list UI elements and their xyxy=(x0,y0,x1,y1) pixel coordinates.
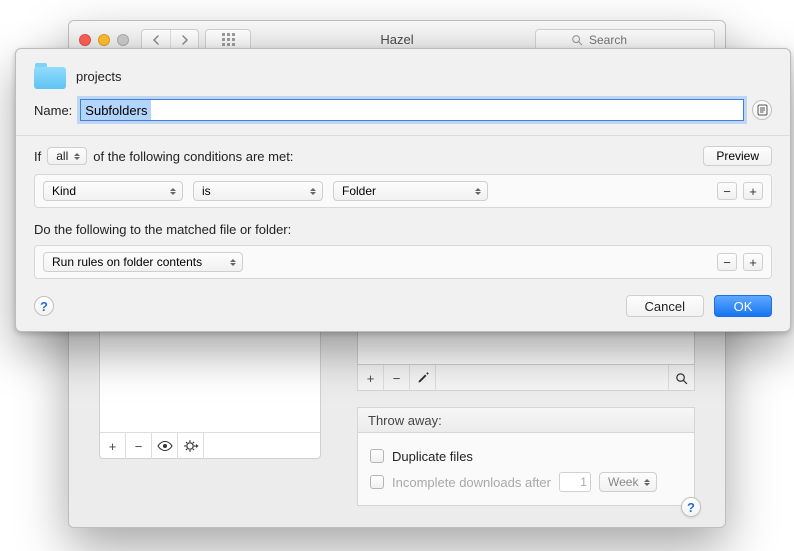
throw-away-header: Throw away: xyxy=(357,407,695,433)
action-value: Run rules on folder contents xyxy=(52,255,202,269)
search-input[interactable] xyxy=(589,33,679,47)
conditions-prefix: If xyxy=(34,149,41,164)
condition-value-value: Folder xyxy=(342,184,376,198)
name-label: Name: xyxy=(34,103,72,118)
folder-name: projects xyxy=(76,69,122,84)
action-add-button[interactable]: + xyxy=(743,253,763,271)
help-button[interactable]: ? xyxy=(681,497,701,517)
conditions-header: If all of the following conditions are m… xyxy=(34,146,772,166)
action-remove-button[interactable]: − xyxy=(717,253,737,271)
condition-add-button[interactable]: + xyxy=(743,182,763,200)
duplicate-files-row: Duplicate files xyxy=(370,443,682,469)
sheet-footer: ? Cancel OK xyxy=(16,295,790,317)
close-button[interactable] xyxy=(79,34,91,46)
ok-button[interactable]: OK xyxy=(714,295,772,317)
search-icon xyxy=(571,34,583,46)
folders-preview-button[interactable] xyxy=(152,433,178,459)
rules-edit-button[interactable] xyxy=(410,365,436,391)
conditions-scope-value: all xyxy=(56,149,68,163)
search-icon xyxy=(675,372,688,385)
folders-add-button[interactable]: + xyxy=(100,433,126,459)
nav-forward-button[interactable] xyxy=(170,30,198,50)
folder-header: projects xyxy=(34,63,772,89)
rule-editor-sheet: projects Name: Subfolders If all of the … xyxy=(15,48,791,332)
chevron-right-icon xyxy=(181,35,189,45)
incomplete-unit-value: Week xyxy=(608,475,638,489)
incomplete-downloads-label: Incomplete downloads after xyxy=(392,475,551,490)
condition-operator-popup[interactable]: is xyxy=(193,181,323,201)
incomplete-downloads-row: Incomplete downloads after Week xyxy=(370,469,682,495)
pencil-icon xyxy=(417,372,429,384)
action-plusminus: − + xyxy=(717,253,763,271)
folder-icon xyxy=(34,63,66,89)
rule-name-row: Name: Subfolders xyxy=(34,99,772,121)
grid-icon xyxy=(222,33,235,46)
incomplete-downloads-checkbox[interactable] xyxy=(370,475,384,489)
updown-icon xyxy=(168,182,178,200)
updown-icon xyxy=(642,473,652,491)
rules-search-button[interactable] xyxy=(668,365,694,391)
condition-plusminus: − + xyxy=(717,182,763,200)
traffic-lights xyxy=(79,34,129,46)
eye-icon xyxy=(157,440,173,452)
action-popup[interactable]: Run rules on folder contents xyxy=(43,252,243,272)
rule-name-input[interactable] xyxy=(80,99,744,121)
folders-toolbar: + − xyxy=(100,432,320,458)
preview-button[interactable]: Preview xyxy=(703,146,772,166)
condition-remove-button[interactable]: − xyxy=(717,182,737,200)
gear-icon xyxy=(183,439,199,453)
incomplete-count-input[interactable] xyxy=(559,472,591,492)
condition-attribute-value: Kind xyxy=(52,184,76,198)
notes-button[interactable] xyxy=(752,100,772,120)
nav-back-button[interactable] xyxy=(142,30,170,50)
updown-icon xyxy=(308,182,318,200)
condition-value-popup[interactable]: Folder xyxy=(333,181,488,201)
rules-add-button[interactable]: + xyxy=(358,365,384,391)
updown-icon xyxy=(473,182,483,200)
updown-icon xyxy=(72,148,82,164)
condition-operator-value: is xyxy=(202,184,211,198)
chevron-left-icon xyxy=(152,35,160,45)
folders-remove-button[interactable]: − xyxy=(126,433,152,459)
duplicate-files-label: Duplicate files xyxy=(392,449,473,464)
duplicate-files-checkbox[interactable] xyxy=(370,449,384,463)
condition-row: Kind is Folder − + xyxy=(34,174,772,208)
throw-away-body: Duplicate files Incomplete downloads aft… xyxy=(357,433,695,506)
note-icon xyxy=(757,104,768,116)
conditions-scope-popup[interactable]: all xyxy=(47,147,87,165)
actions-label: Do the following to the matched file or … xyxy=(34,222,772,237)
rules-remove-button[interactable]: − xyxy=(384,365,410,391)
cancel-button[interactable]: Cancel xyxy=(626,295,704,317)
incomplete-unit-popup[interactable]: Week xyxy=(599,472,657,492)
conditions-suffix: of the following conditions are met: xyxy=(93,149,293,164)
sheet-help-button[interactable]: ? xyxy=(34,296,54,316)
zoom-button[interactable] xyxy=(117,34,129,46)
rule-name-selection: Subfolders xyxy=(81,100,151,120)
condition-attribute-popup[interactable]: Kind xyxy=(43,181,183,201)
folders-gear-button[interactable] xyxy=(178,433,204,459)
rules-toolbar: + − xyxy=(357,365,695,391)
action-row: Run rules on folder contents − + xyxy=(34,245,772,279)
minimize-button[interactable] xyxy=(98,34,110,46)
updown-icon xyxy=(228,253,238,271)
throw-away-section: Throw away: Duplicate files Incomplete d… xyxy=(357,407,695,506)
